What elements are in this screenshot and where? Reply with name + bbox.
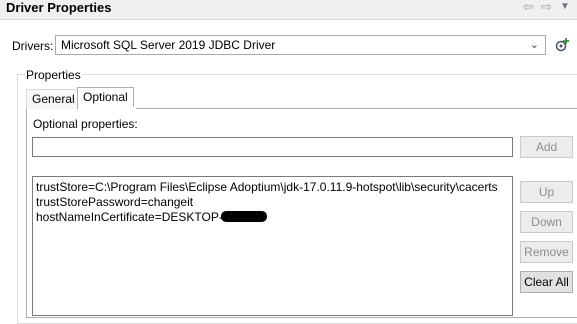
arrow-left-icon[interactable]: ⇦ [523,0,534,16]
chevron-down-icon[interactable]: ▼ [560,0,570,16]
add-driver-icon[interactable] [554,37,570,53]
optional-property-input[interactable] [32,137,513,157]
list-item[interactable]: trustStore=C:\Program Files\Eclipse Adop… [36,180,512,195]
tab-optional-joint [78,107,136,109]
optional-properties-label: Optional properties: [33,117,138,131]
properties-group-label: Properties [25,68,82,82]
remove-button[interactable]: Remove [520,241,573,263]
drivers-label: Drivers: [12,39,54,53]
optional-properties-list[interactable]: trustStore=C:\Program Files\Eclipse Adop… [32,176,513,316]
up-button[interactable]: Up [520,181,573,203]
add-button[interactable]: Add [520,136,573,158]
list-item-text: hostNameInCertificate=DESKTOP- [36,210,223,224]
drivers-select-value: Microsoft SQL Server 2019 JDBC Driver [61,38,276,52]
arrow-right-icon[interactable]: ⇨ [541,0,552,16]
tab-general[interactable]: General [26,89,81,109]
down-button[interactable]: Down [520,211,573,233]
clear-all-button[interactable]: Clear All [520,271,573,293]
list-item[interactable]: trustStorePassword=changeit [36,195,512,210]
tab-optional[interactable]: Optional [77,87,134,109]
list-item[interactable]: hostNameInCertificate=DESKTOP- [36,210,512,225]
drivers-select[interactable]: Microsoft SQL Server 2019 JDBC Driver ⌄ [55,35,546,55]
redaction-mark [220,211,267,222]
page-title: Driver Properties [6,0,112,15]
chevron-down-icon: ⌄ [529,39,539,51]
